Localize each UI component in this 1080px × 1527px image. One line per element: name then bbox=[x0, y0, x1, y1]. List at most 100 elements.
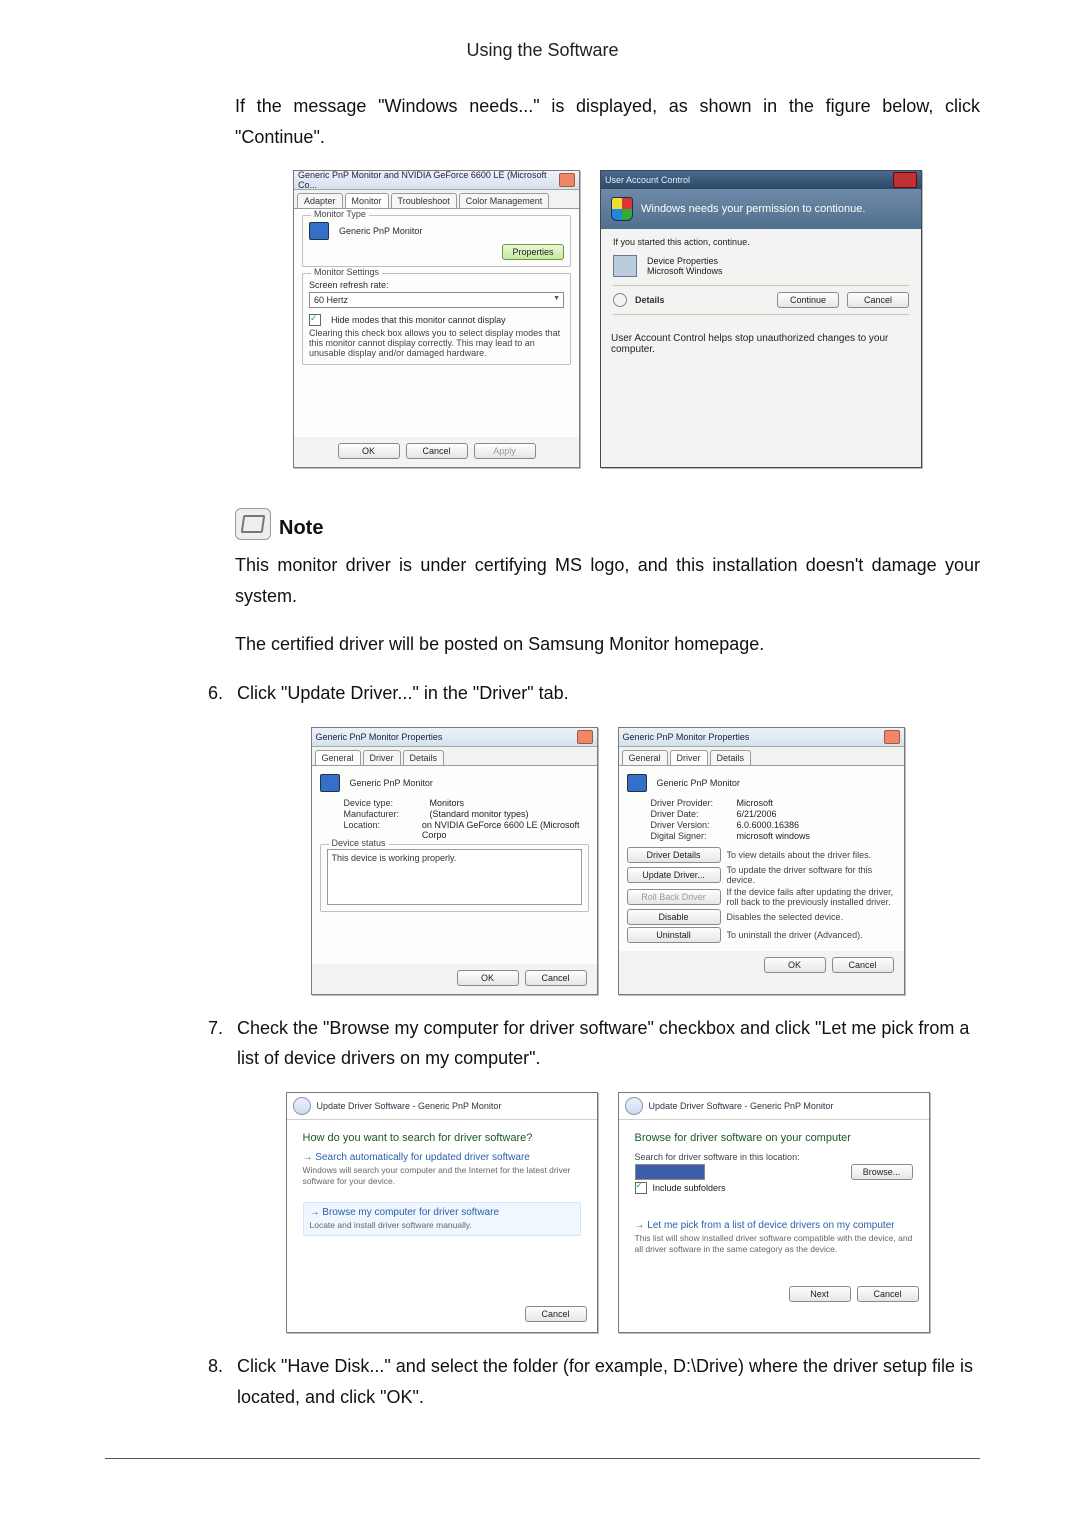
cancel-button[interactable]: Cancel bbox=[857, 1286, 919, 1302]
search-location-label: Search for driver software in this locat… bbox=[635, 1152, 913, 1162]
step-number: 8. bbox=[205, 1351, 223, 1382]
step-number: 6. bbox=[205, 678, 223, 709]
shield-icon bbox=[611, 197, 633, 221]
apply-button[interactable]: Apply bbox=[474, 443, 536, 459]
monitor-properties-window: Generic PnP Monitor and NVIDIA GeForce 6… bbox=[293, 170, 580, 468]
path-input[interactable] bbox=[635, 1164, 705, 1180]
device-status-text: This device is working properly. bbox=[327, 849, 582, 905]
tab-adapter[interactable]: Adapter bbox=[297, 193, 343, 208]
step-7-text: Check the "Browse my computer for driver… bbox=[237, 1013, 980, 1074]
breadcrumb: Update Driver Software - Generic PnP Mon… bbox=[649, 1101, 834, 1111]
monitor-icon bbox=[627, 774, 647, 792]
disable-button[interactable]: Disable bbox=[627, 909, 721, 925]
driver-details-desc: To view details about the driver files. bbox=[727, 850, 872, 860]
ok-button[interactable]: OK bbox=[338, 443, 400, 459]
page-title: Using the Software bbox=[105, 40, 980, 61]
monitor-icon bbox=[309, 222, 329, 240]
location-value: on NVIDIA GeForce 6600 LE (Microsoft Cor… bbox=[422, 820, 589, 840]
cancel-button[interactable]: Cancel bbox=[406, 443, 468, 459]
dev-type-value: Monitors bbox=[430, 798, 465, 808]
uac-title: User Account Control bbox=[605, 175, 690, 185]
note-label: Note bbox=[279, 517, 323, 540]
tab-details[interactable]: Details bbox=[710, 750, 752, 765]
wizard-heading: Browse for driver software on your compu… bbox=[635, 1132, 913, 1144]
device-name: Generic PnP Monitor bbox=[657, 778, 740, 788]
back-icon[interactable] bbox=[625, 1097, 643, 1115]
hide-modes-help: Clearing this check box allows you to se… bbox=[309, 328, 564, 358]
search-auto-desc: Windows will search your computer and th… bbox=[303, 1165, 581, 1188]
ok-button[interactable]: OK bbox=[457, 970, 519, 986]
tab-color-management[interactable]: Color Management bbox=[459, 193, 550, 208]
version-label: Driver Version: bbox=[651, 820, 729, 830]
refresh-rate-select[interactable]: 60 Hertz bbox=[309, 292, 564, 308]
include-subfolders-checkbox[interactable] bbox=[635, 1182, 647, 1194]
monitor-settings-legend: Monitor Settings bbox=[311, 267, 382, 277]
tab-general[interactable]: General bbox=[315, 750, 361, 765]
back-icon[interactable] bbox=[293, 1097, 311, 1115]
update-driver-button[interactable]: Update Driver... bbox=[627, 867, 721, 883]
tab-driver[interactable]: Driver bbox=[363, 750, 401, 765]
dev-type-label: Device type: bbox=[344, 798, 422, 808]
cancel-button[interactable]: Cancel bbox=[525, 1306, 587, 1322]
breadcrumb: Update Driver Software - Generic PnP Mon… bbox=[317, 1101, 502, 1111]
window-title: Generic PnP Monitor and NVIDIA GeForce 6… bbox=[298, 170, 559, 190]
pnp-driver-window: Generic PnP Monitor Properties General D… bbox=[618, 727, 905, 995]
cancel-button[interactable]: Cancel bbox=[525, 970, 587, 986]
details-toggle[interactable]: Details bbox=[635, 295, 769, 305]
tab-driver[interactable]: Driver bbox=[670, 750, 708, 765]
tab-details[interactable]: Details bbox=[403, 750, 445, 765]
update-driver-wizard-1: Update Driver Software - Generic PnP Mon… bbox=[286, 1092, 598, 1333]
signer-label: Digital Signer: bbox=[651, 831, 729, 841]
browse-button[interactable]: Browse... bbox=[851, 1164, 913, 1180]
driver-details-button[interactable]: Driver Details bbox=[627, 847, 721, 863]
tabstrip: Adapter Monitor Troubleshoot Color Manag… bbox=[294, 190, 579, 208]
signer-value: microsoft windows bbox=[737, 831, 811, 841]
note-line-2: The certified driver will be posted on S… bbox=[235, 629, 980, 660]
screenshot-row-3: Update Driver Software - Generic PnP Mon… bbox=[235, 1092, 980, 1333]
refresh-rate-label: Screen refresh rate: bbox=[309, 280, 564, 290]
uac-app-name: Device Properties bbox=[647, 256, 723, 266]
window-title: Generic PnP Monitor Properties bbox=[623, 732, 750, 742]
step-6-text: Click "Update Driver..." in the "Driver"… bbox=[237, 678, 980, 709]
properties-button[interactable]: Properties bbox=[502, 244, 564, 260]
note-icon bbox=[235, 508, 271, 540]
step-8-text: Click "Have Disk..." and select the fold… bbox=[237, 1351, 980, 1412]
provider-label: Driver Provider: bbox=[651, 798, 729, 808]
mfr-label: Manufacturer: bbox=[344, 809, 422, 819]
device-name: Generic PnP Monitor bbox=[350, 778, 433, 788]
browse-computer-desc: Locate and install driver software manua… bbox=[310, 1220, 574, 1231]
window-title: Generic PnP Monitor Properties bbox=[316, 732, 443, 742]
search-auto-option[interactable]: → Search automatically for updated drive… bbox=[303, 1152, 581, 1163]
version-value: 6.0.6000.16386 bbox=[737, 820, 800, 830]
monitor-name: Generic PnP Monitor bbox=[339, 226, 422, 236]
tab-troubleshoot[interactable]: Troubleshoot bbox=[391, 193, 457, 208]
screenshot-row-1: Generic PnP Monitor and NVIDIA GeForce 6… bbox=[235, 170, 980, 468]
continue-button[interactable]: Continue bbox=[777, 292, 839, 308]
browse-computer-option[interactable]: → Browse my computer for driver software bbox=[310, 1207, 574, 1218]
roll-back-desc: If the device fails after updating the d… bbox=[727, 887, 896, 907]
uac-footer: User Account Control helps stop unauthor… bbox=[601, 325, 921, 363]
hide-modes-checkbox[interactable] bbox=[309, 314, 321, 326]
let-me-pick-desc: This list will show installed driver sof… bbox=[635, 1233, 913, 1256]
tab-general[interactable]: General bbox=[622, 750, 668, 765]
let-me-pick-option[interactable]: → Let me pick from a list of device driv… bbox=[635, 1220, 913, 1231]
cancel-button[interactable]: Cancel bbox=[847, 292, 909, 308]
chevron-down-icon[interactable] bbox=[613, 293, 627, 307]
close-icon[interactable] bbox=[893, 172, 917, 188]
page-separator bbox=[105, 1458, 980, 1459]
monitor-type-legend: Monitor Type bbox=[311, 209, 369, 219]
uac-heading: Windows needs your permission to contion… bbox=[641, 203, 865, 215]
close-icon[interactable] bbox=[884, 730, 900, 744]
ok-button[interactable]: OK bbox=[764, 957, 826, 973]
roll-back-driver-button[interactable]: Roll Back Driver bbox=[627, 889, 721, 905]
close-icon[interactable] bbox=[559, 173, 575, 187]
include-subfolders-label: Include subfolders bbox=[653, 1183, 726, 1193]
close-icon[interactable] bbox=[577, 730, 593, 744]
screenshot-row-2: Generic PnP Monitor Properties General D… bbox=[235, 727, 980, 995]
wizard-heading: How do you want to search for driver sof… bbox=[303, 1132, 581, 1144]
provider-value: Microsoft bbox=[737, 798, 774, 808]
cancel-button[interactable]: Cancel bbox=[832, 957, 894, 973]
uninstall-button[interactable]: Uninstall bbox=[627, 927, 721, 943]
next-button[interactable]: Next bbox=[789, 1286, 851, 1302]
tab-monitor[interactable]: Monitor bbox=[345, 193, 389, 208]
